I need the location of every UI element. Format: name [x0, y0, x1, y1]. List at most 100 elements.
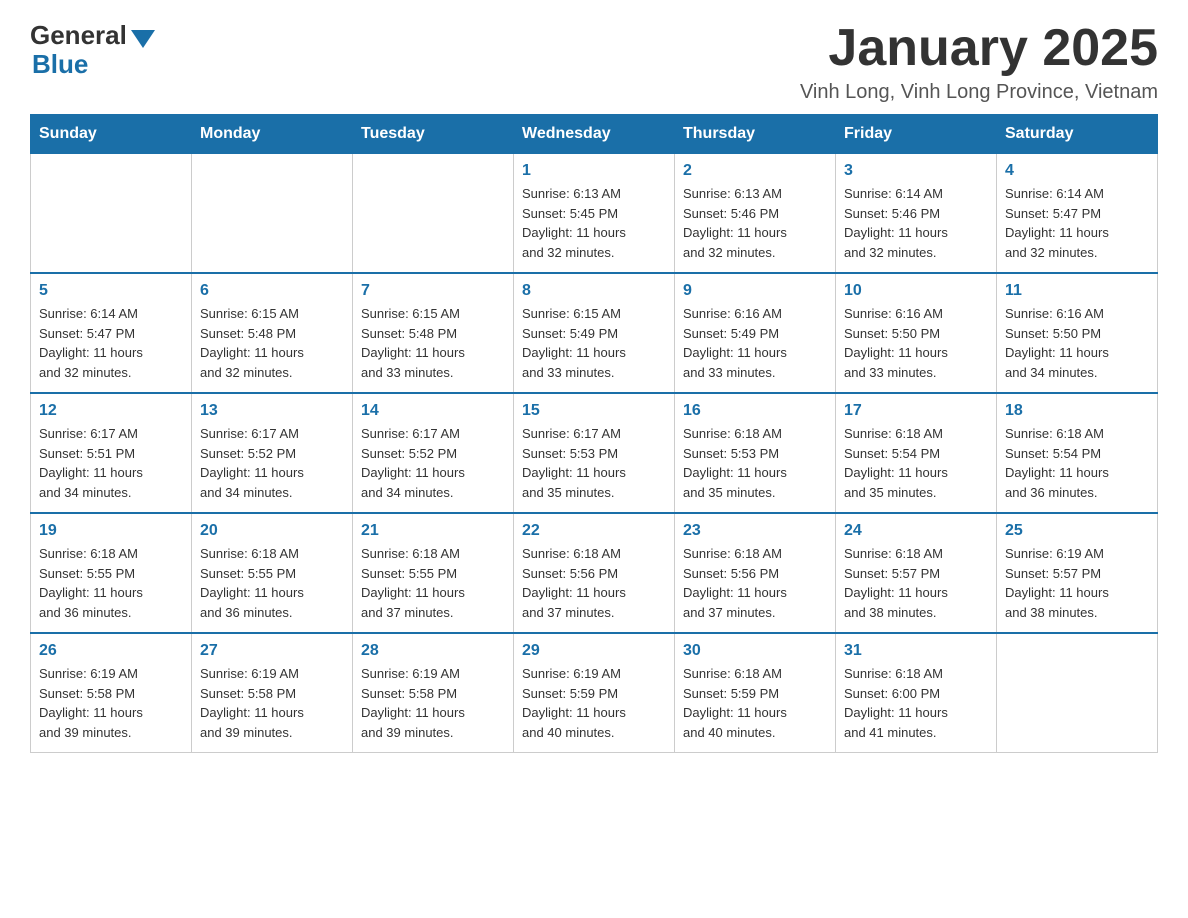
logo-text: General: [30, 20, 155, 51]
day-info: Sunrise: 6:18 AMSunset: 6:00 PMDaylight:…: [844, 664, 988, 742]
day-info: Sunrise: 6:14 AMSunset: 5:46 PMDaylight:…: [844, 184, 988, 262]
calendar-cell: 27 Sunrise: 6:19 AMSunset: 5:58 PMDayligh…: [192, 633, 353, 753]
calendar-week-row: 19 Sunrise: 6:18 AMSunset: 5:55 PMDayligh…: [31, 513, 1158, 633]
day-number: 21: [361, 522, 505, 540]
day-number: 10: [844, 282, 988, 300]
calendar-cell: [192, 154, 353, 274]
day-number: 7: [361, 282, 505, 300]
day-info: Sunrise: 6:18 AMSunset: 5:53 PMDaylight:…: [683, 424, 827, 502]
day-info: Sunrise: 6:19 AMSunset: 5:58 PMDaylight:…: [361, 664, 505, 742]
day-info: Sunrise: 6:17 AMSunset: 5:53 PMDaylight:…: [522, 424, 666, 502]
calendar-cell: 23 Sunrise: 6:18 AMSunset: 5:56 PMDayligh…: [675, 513, 836, 633]
day-info: Sunrise: 6:18 AMSunset: 5:56 PMDaylight:…: [522, 544, 666, 622]
calendar-cell: 17Sunrise: 6:18 AMSunset: 5:54 PMDayligh…: [836, 393, 997, 513]
calendar-cell: 28 Sunrise: 6:19 AMSunset: 5:58 PMDayligh…: [353, 633, 514, 753]
calendar-cell: 12 Sunrise: 6:17 AMSunset: 5:51 PMDayligh…: [31, 393, 192, 513]
day-info: Sunrise: 6:18 AMSunset: 5:55 PMDaylight:…: [39, 544, 183, 622]
calendar-cell: [353, 154, 514, 274]
day-number: 3: [844, 162, 988, 180]
calendar-cell: 10 Sunrise: 6:16 AMSunset: 5:50 PMDayligh…: [836, 273, 997, 393]
logo-blue-text: Blue: [30, 49, 88, 80]
calendar-week-row: 5Sunrise: 6:14 AMSunset: 5:47 PMDaylight…: [31, 273, 1158, 393]
day-number: 16: [683, 402, 827, 420]
day-info: Sunrise: 6:14 AMSunset: 5:47 PMDaylight:…: [1005, 184, 1149, 262]
day-info: Sunrise: 6:15 AMSunset: 5:48 PMDaylight:…: [361, 304, 505, 382]
day-info: Sunrise: 6:19 AMSunset: 5:58 PMDaylight:…: [39, 664, 183, 742]
calendar-cell: 4Sunrise: 6:14 AMSunset: 5:47 PMDaylight…: [997, 154, 1158, 274]
day-number: 2: [683, 162, 827, 180]
day-info: Sunrise: 6:19 AMSunset: 5:59 PMDaylight:…: [522, 664, 666, 742]
day-number: 27: [200, 642, 344, 660]
location-text: Vinh Long, Vinh Long Province, Vietnam: [800, 81, 1158, 104]
day-info: Sunrise: 6:13 AMSunset: 5:46 PMDaylight:…: [683, 184, 827, 262]
day-number: 19: [39, 522, 183, 540]
day-info: Sunrise: 6:17 AMSunset: 5:51 PMDaylight:…: [39, 424, 183, 502]
day-info: Sunrise: 6:15 AMSunset: 5:48 PMDaylight:…: [200, 304, 344, 382]
day-number: 23: [683, 522, 827, 540]
day-info: Sunrise: 6:17 AMSunset: 5:52 PMDaylight:…: [200, 424, 344, 502]
day-number: 5: [39, 282, 183, 300]
day-number: 12: [39, 402, 183, 420]
calendar-cell: 11Sunrise: 6:16 AMSunset: 5:50 PMDayligh…: [997, 273, 1158, 393]
day-info: Sunrise: 6:18 AMSunset: 5:56 PMDaylight:…: [683, 544, 827, 622]
day-number: 31: [844, 642, 988, 660]
calendar-cell: 22 Sunrise: 6:18 AMSunset: 5:56 PMDayligh…: [514, 513, 675, 633]
day-info: Sunrise: 6:18 AMSunset: 5:54 PMDaylight:…: [1005, 424, 1149, 502]
calendar-cell: 14Sunrise: 6:17 AMSunset: 5:52 PMDayligh…: [353, 393, 514, 513]
calendar-cell: 16 Sunrise: 6:18 AMSunset: 5:53 PMDayligh…: [675, 393, 836, 513]
day-number: 8: [522, 282, 666, 300]
calendar-cell: 5Sunrise: 6:14 AMSunset: 5:47 PMDaylight…: [31, 273, 192, 393]
calendar-cell: 31 Sunrise: 6:18 AMSunset: 6:00 PMDayligh…: [836, 633, 997, 753]
day-number: 22: [522, 522, 666, 540]
day-info: Sunrise: 6:16 AMSunset: 5:50 PMDaylight:…: [844, 304, 988, 382]
weekday-header-friday: Friday: [836, 115, 997, 154]
weekday-header-sunday: Sunday: [31, 115, 192, 154]
day-info: Sunrise: 6:18 AMSunset: 5:55 PMDaylight:…: [361, 544, 505, 622]
calendar-cell: 18 Sunrise: 6:18 AMSunset: 5:54 PMDayligh…: [997, 393, 1158, 513]
logo-triangle-icon: [131, 30, 155, 48]
day-info: Sunrise: 6:19 AMSunset: 5:57 PMDaylight:…: [1005, 544, 1149, 622]
calendar-cell: 7 Sunrise: 6:15 AMSunset: 5:48 PMDaylight…: [353, 273, 514, 393]
day-number: 6: [200, 282, 344, 300]
day-number: 15: [522, 402, 666, 420]
calendar-cell: [997, 633, 1158, 753]
page-header: General Blue January 2025 Vinh Long, Vin…: [30, 20, 1158, 104]
title-section: January 2025 Vinh Long, Vinh Long Provin…: [800, 20, 1158, 104]
day-number: 11: [1005, 282, 1149, 300]
day-info: Sunrise: 6:18 AMSunset: 5:55 PMDaylight:…: [200, 544, 344, 622]
weekday-header-tuesday: Tuesday: [353, 115, 514, 154]
day-number: 24: [844, 522, 988, 540]
day-number: 9: [683, 282, 827, 300]
logo-general-text: General: [30, 20, 127, 51]
calendar-cell: 25Sunrise: 6:19 AMSunset: 5:57 PMDayligh…: [997, 513, 1158, 633]
day-number: 26: [39, 642, 183, 660]
calendar-cell: 8Sunrise: 6:15 AMSunset: 5:49 PMDaylight…: [514, 273, 675, 393]
calendar-cell: 19 Sunrise: 6:18 AMSunset: 5:55 PMDayligh…: [31, 513, 192, 633]
day-number: 29: [522, 642, 666, 660]
weekday-header-saturday: Saturday: [997, 115, 1158, 154]
day-info: Sunrise: 6:18 AMSunset: 5:59 PMDaylight:…: [683, 664, 827, 742]
weekday-header-thursday: Thursday: [675, 115, 836, 154]
calendar-cell: 6 Sunrise: 6:15 AMSunset: 5:48 PMDaylight…: [192, 273, 353, 393]
calendar-week-row: 12 Sunrise: 6:17 AMSunset: 5:51 PMDayligh…: [31, 393, 1158, 513]
day-number: 18: [1005, 402, 1149, 420]
day-number: 20: [200, 522, 344, 540]
calendar-header-row: SundayMondayTuesdayWednesdayThursdayFrid…: [31, 115, 1158, 154]
day-number: 1: [522, 162, 666, 180]
calendar-cell: 13Sunrise: 6:17 AMSunset: 5:52 PMDayligh…: [192, 393, 353, 513]
day-info: Sunrise: 6:19 AMSunset: 5:58 PMDaylight:…: [200, 664, 344, 742]
calendar-cell: 15 Sunrise: 6:17 AMSunset: 5:53 PMDayligh…: [514, 393, 675, 513]
day-number: 28: [361, 642, 505, 660]
calendar-week-row: 26 Sunrise: 6:19 AMSunset: 5:58 PMDayligh…: [31, 633, 1158, 753]
weekday-header-monday: Monday: [192, 115, 353, 154]
calendar-cell: 21 Sunrise: 6:18 AMSunset: 5:55 PMDayligh…: [353, 513, 514, 633]
day-info: Sunrise: 6:18 AMSunset: 5:57 PMDaylight:…: [844, 544, 988, 622]
logo: General Blue: [30, 20, 155, 80]
calendar-week-row: 1Sunrise: 6:13 AMSunset: 5:45 PMDaylight…: [31, 154, 1158, 274]
calendar-cell: [31, 154, 192, 274]
calendar-cell: 26 Sunrise: 6:19 AMSunset: 5:58 PMDayligh…: [31, 633, 192, 753]
calendar-cell: 3 Sunrise: 6:14 AMSunset: 5:46 PMDaylight…: [836, 154, 997, 274]
day-number: 17: [844, 402, 988, 420]
day-info: Sunrise: 6:16 AMSunset: 5:49 PMDaylight:…: [683, 304, 827, 382]
month-title: January 2025: [800, 20, 1158, 77]
